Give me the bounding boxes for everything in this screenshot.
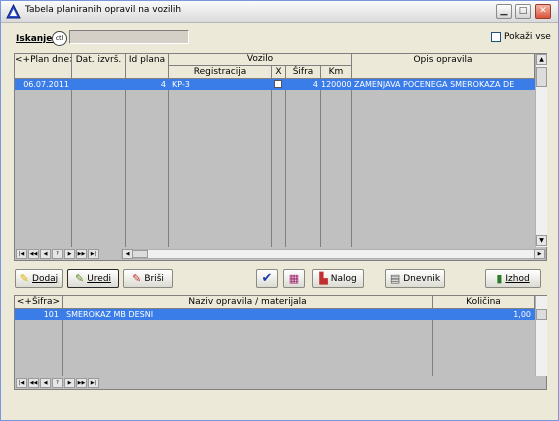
cell-plan-id: 4: [160, 80, 166, 89]
prev-record-icon[interactable]: ◀: [40, 378, 51, 388]
prev-page-icon[interactable]: ◀◀: [28, 378, 39, 388]
last-record-icon[interactable]: ▶|: [88, 378, 99, 388]
prev-page-icon[interactable]: ◀◀: [28, 249, 39, 259]
header-plan-date[interactable]: <+Plan dne>: [15, 54, 72, 79]
show-all-checkbox[interactable]: [491, 32, 501, 42]
header-exec-date[interactable]: Dat. izvrš.: [72, 54, 126, 79]
scroll-right-icon[interactable]: ▶: [534, 249, 545, 259]
order-label: Nalog: [330, 273, 357, 284]
scroll-up-icon[interactable]: ▲: [536, 54, 547, 65]
header-code[interactable]: Šifra: [286, 66, 321, 79]
header-item-qty[interactable]: Količina: [433, 296, 535, 309]
next-page-icon[interactable]: ▶▶: [76, 249, 87, 259]
cell-item-name: SMEROKAZ MB DESNI: [66, 310, 154, 319]
main-window: Tabela planiranih opravil na vozilih ▁ □…: [0, 0, 559, 421]
exit-label: Izhod: [505, 273, 530, 284]
add-label: Dodaj: [32, 273, 59, 284]
horizontal-scrollbar[interactable]: ◀ ▶: [121, 249, 546, 259]
app-triangle-icon: [6, 4, 21, 19]
scroll-thumb[interactable]: [536, 67, 547, 87]
search-mode-icon[interactable]: ctl: [52, 31, 67, 46]
cell-x-checkbox[interactable]: [274, 80, 282, 88]
header-registration[interactable]: Registracija: [169, 66, 272, 79]
maximize-button[interactable]: □: [515, 4, 531, 19]
header-vehicle-group: Vozilo: [169, 54, 352, 66]
order-button[interactable]: ▙ Nalog: [312, 269, 364, 288]
scroll-down-icon[interactable]: ▼: [536, 235, 547, 246]
pencil-icon: ✎: [19, 272, 30, 285]
chart-icon: ▙: [319, 272, 328, 285]
edit-button[interactable]: ✎ Uredi: [67, 269, 119, 288]
exit-button[interactable]: ▮ Izhod: [485, 269, 541, 288]
prev-record-icon[interactable]: ◀: [40, 249, 51, 259]
exit-door-icon: ▮: [496, 272, 503, 285]
items-vertical-scrollbar[interactable]: [535, 296, 547, 376]
column-divider: [168, 79, 169, 247]
column-divider: [71, 79, 72, 247]
column-divider: [320, 79, 321, 247]
minimize-icon: ▁: [500, 6, 508, 16]
column-divider: [351, 79, 352, 247]
maximize-icon: □: [518, 6, 528, 16]
scroll-left-icon[interactable]: ◀: [122, 249, 133, 259]
header-description[interactable]: Opis opravila: [352, 54, 535, 79]
header-km[interactable]: Km: [321, 66, 352, 79]
first-record-icon[interactable]: |◀: [16, 249, 27, 259]
column-divider: [125, 79, 126, 247]
help-icon[interactable]: ?: [52, 378, 63, 388]
title-bar[interactable]: Tabela planiranih opravil na vozilih ▁ □…: [1, 1, 558, 23]
items-table[interactable]: <+Šifra> Naziv opravila / materijala Kol…: [14, 295, 547, 390]
cell-plan-date: 06.07.2011: [23, 80, 69, 89]
confirm-button[interactable]: ✔: [256, 269, 278, 288]
log-label: Dnevnik: [403, 273, 441, 284]
table-row[interactable]: 101 SMEROKAZ MB DESNI 1,00: [15, 309, 535, 320]
items-scroll-thumb[interactable]: [536, 309, 547, 320]
next-record-icon[interactable]: ▶: [64, 378, 75, 388]
checkmark-icon: ✔: [261, 271, 273, 286]
minimize-button[interactable]: ▁: [496, 4, 512, 19]
header-item-name[interactable]: Naziv opravila / materijala: [63, 296, 433, 309]
vertical-scrollbar[interactable]: ▲ ▼: [535, 54, 547, 247]
header-x[interactable]: X: [272, 66, 286, 79]
last-record-icon[interactable]: ▶|: [88, 249, 99, 259]
add-button[interactable]: ✎ Dodaj: [15, 269, 63, 288]
printer-icon: ▤: [389, 272, 401, 285]
column-divider: [271, 79, 272, 247]
next-record-icon[interactable]: ▶: [64, 249, 75, 259]
close-button[interactable]: ✕: [535, 4, 551, 19]
window-title: Tabela planiranih opravil na vozilih: [25, 5, 182, 15]
next-page-icon[interactable]: ▶▶: [76, 378, 87, 388]
log-button[interactable]: ▤ Dnevnik: [385, 269, 445, 288]
edit-label: Uredi: [87, 273, 112, 284]
record-navigator: |◀ ◀◀ ◀ ? ▶ ▶▶ ▶|: [16, 249, 99, 259]
table-row[interactable]: 06.07.2011 4 KP-3 4 120000 ZAMENJAVA POC…: [15, 79, 535, 90]
cell-description: ZAMENJAVA POCENEGA SMEROKAZA DE: [354, 80, 515, 89]
search-label: Iskanje:: [16, 34, 56, 44]
delete-button[interactable]: ✎ Briši: [123, 269, 173, 288]
first-record-icon[interactable]: |◀: [16, 378, 27, 388]
cell-code: 4: [312, 80, 318, 89]
items-record-navigator: |◀ ◀◀ ◀ ? ▶ ▶▶ ▶|: [16, 378, 99, 388]
delete-label: Briši: [144, 273, 164, 284]
eraser-icon: ✎: [132, 272, 142, 285]
cell-registration: KP-3: [172, 80, 190, 89]
header-item-code[interactable]: <+Šifra>: [15, 296, 63, 309]
column-divider: [285, 79, 286, 247]
header-plan-id[interactable]: Id plana: [126, 54, 169, 79]
edit-pencil-icon: ✎: [74, 272, 85, 285]
hscroll-thumb[interactable]: [132, 250, 148, 258]
print-preview-button[interactable]: ▦: [283, 269, 305, 288]
books-icon: ▦: [288, 272, 300, 285]
cell-item-code: 101: [43, 310, 59, 319]
show-all-label: Pokaži vse: [504, 32, 551, 42]
help-icon[interactable]: ?: [52, 249, 63, 259]
search-input[interactable]: [69, 30, 189, 44]
cell-item-qty: 1,00: [513, 310, 531, 319]
plans-table[interactable]: <+Plan dne> Dat. izvrš. Id plana Vozilo …: [14, 53, 547, 261]
cell-km: 120000: [321, 80, 351, 89]
close-icon: ✕: [539, 6, 547, 16]
